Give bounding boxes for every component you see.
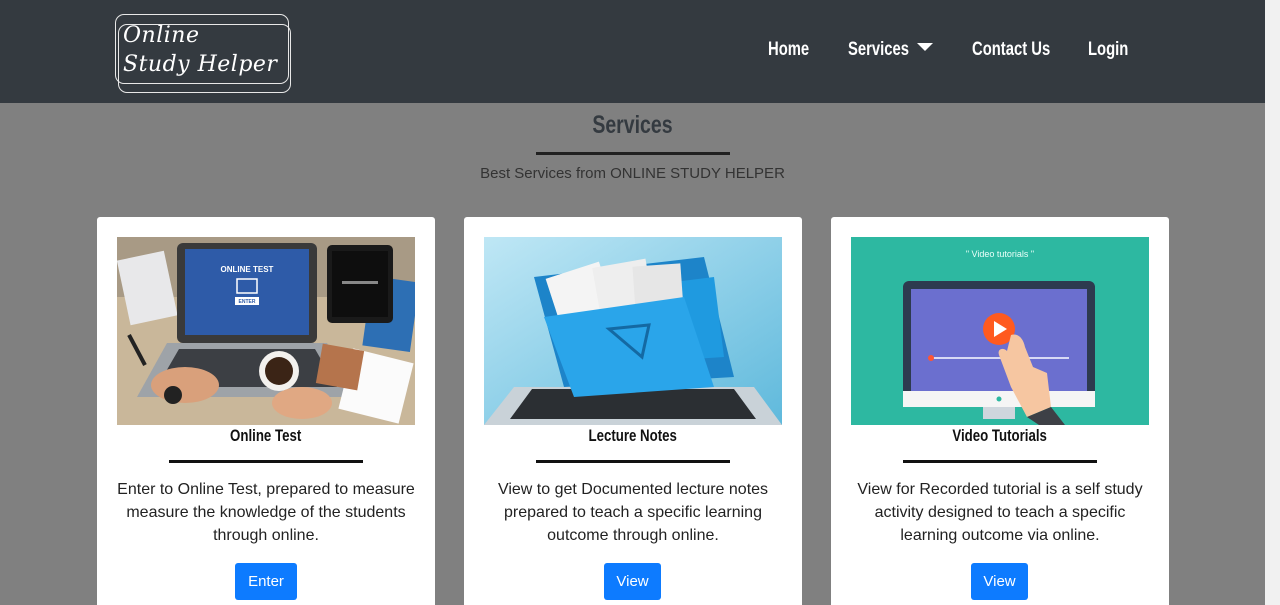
card-title-underline <box>536 460 730 463</box>
chevron-down-icon[interactable] <box>917 43 933 51</box>
nav-contact-link[interactable]: Contact Us <box>972 36 1050 64</box>
section-title-text: Services <box>592 111 673 139</box>
navbar: Online Study Helper Home Services Contac… <box>0 0 1265 103</box>
card-title-underline <box>903 460 1097 463</box>
view-video-button[interactable]: View <box>971 563 1028 600</box>
laptop-folder-image <box>484 237 782 425</box>
section-title: Services <box>0 109 1265 141</box>
card-title-online-test: Online Test <box>97 425 435 447</box>
svg-text:ENTER: ENTER <box>239 299 256 305</box>
nav-home-link[interactable]: Home <box>768 36 809 64</box>
card-title-text: Lecture Notes <box>588 426 678 445</box>
card-title-lecture-notes: Lecture Notes <box>464 425 802 447</box>
section-subtitle: Best Services from ONLINE STUDY HELPER <box>480 165 785 182</box>
card-description: View to get Documented lecture notes pre… <box>497 481 769 544</box>
nav-services-link[interactable]: Services <box>848 36 909 64</box>
card-description: Enter to Online Test, prepared to measur… <box>117 481 415 544</box>
card-title-underline <box>169 460 363 463</box>
svg-text:" Video tutorials ": " Video tutorials " <box>966 249 1034 259</box>
card-description: View for Recorded tutorial is a self stu… <box>857 481 1143 544</box>
card-online-test: ONLINE TEST ENTER Online Test Enter to O… <box>97 217 435 605</box>
lecture-notes-illustration <box>484 237 782 425</box>
card-title-text: Video Tutorials <box>952 426 1048 445</box>
card-title-text: Online Test <box>230 426 302 445</box>
laptop-online-test-image: ONLINE TEST ENTER <box>117 237 415 425</box>
nav-login-link[interactable]: Login <box>1088 36 1128 64</box>
online-test-illustration: ONLINE TEST ENTER <box>117 237 415 425</box>
svg-text:ONLINE TEST: ONLINE TEST <box>221 265 274 274</box>
enter-button[interactable]: Enter <box>235 563 297 600</box>
view-notes-button[interactable]: View <box>604 563 661 600</box>
monitor-video-play-image: " Video tutorials " <box>851 237 1149 425</box>
nav-links: Home Services Contact Us Login <box>0 36 1265 66</box>
video-tutorials-illustration: " Video tutorials " <box>851 237 1149 425</box>
section-title-underline <box>536 152 730 155</box>
card-lecture-notes: Lecture Notes View to get Documented lec… <box>464 217 802 605</box>
card-title-video-tutorials: Video Tutorials <box>831 425 1169 447</box>
scrollbar[interactable] <box>1265 0 1280 605</box>
card-video-tutorials: " Video tutorials " Video Tutorials View… <box>831 217 1169 605</box>
